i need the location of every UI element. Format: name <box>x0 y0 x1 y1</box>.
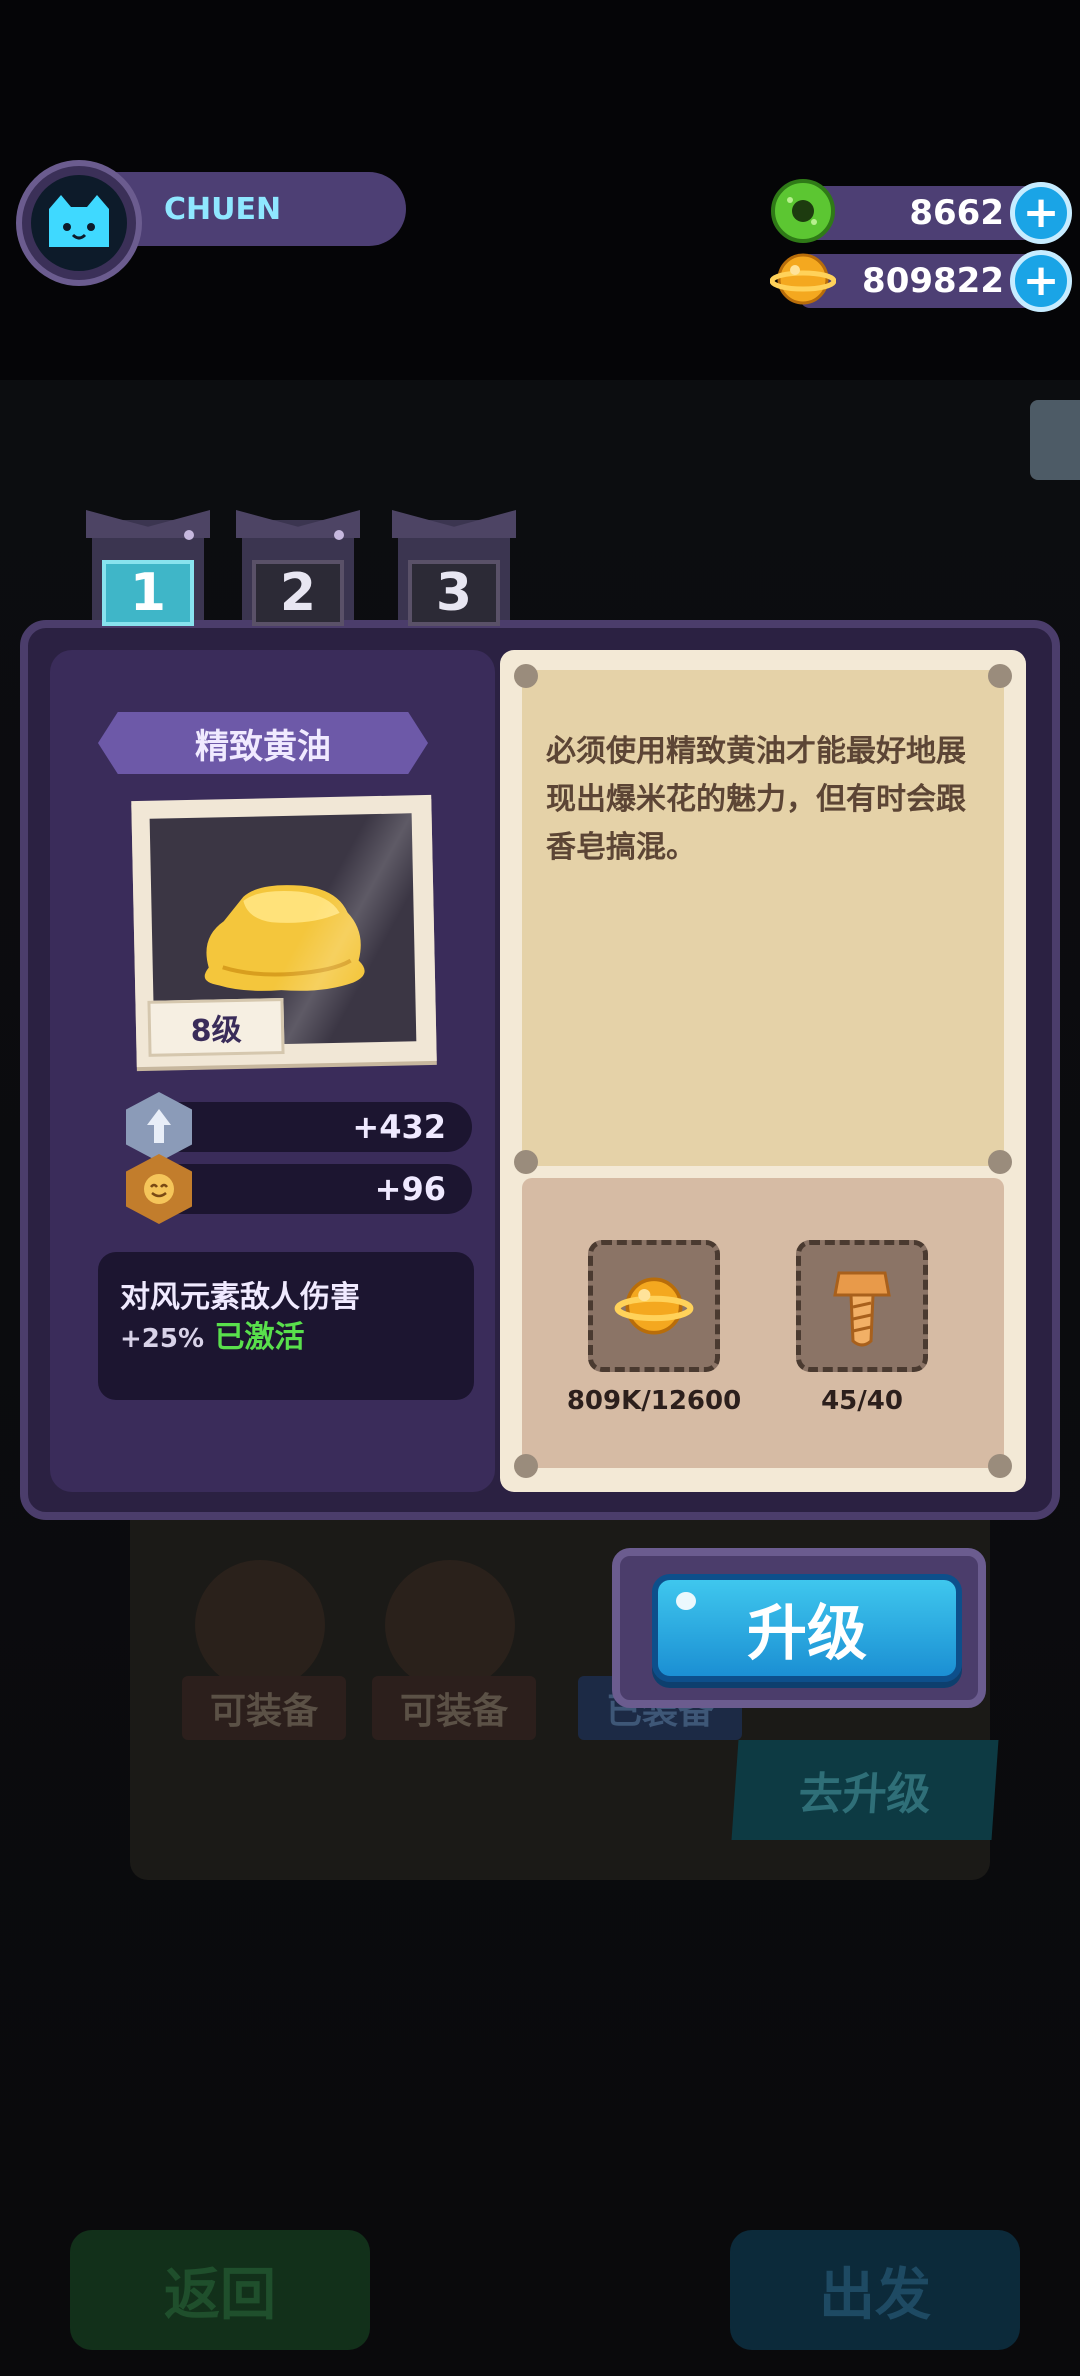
item-photo-frame: 8级 <box>131 794 437 1068</box>
item-name: 精致黄油 <box>98 712 428 774</box>
tab-indicator-dot <box>334 530 344 540</box>
cost-slot-coin <box>588 1240 720 1372</box>
stat-value: +96 <box>156 1164 472 1214</box>
cost-amount-coin: 809K/12600 <box>566 1386 742 1416</box>
tab-1[interactable]: 1 <box>92 520 204 630</box>
item-info-pane: 精致黄油 8级 +432 +96 对风元素敌人伤害 +25% 已激活 <box>50 650 495 1492</box>
background-equip-badge: 可装备 <box>372 1676 537 1740</box>
item-description-pane: 必须使用精致黄油才能最好地展现出爆米花的魅力，但有时会跟香皂搞混。 809K/1… <box>500 650 1026 1492</box>
item-effect: 对风元素敌人伤害 +25% 已激活 <box>98 1252 474 1400</box>
stat-attack: +432 <box>126 1092 472 1162</box>
upgrade-button-label: 升级 <box>747 1598 867 1669</box>
item-description: 必须使用精致黄油才能最好地展现出爆米花的魅力，但有时会跟香皂搞混。 <box>522 670 1004 1166</box>
rivet <box>988 1150 1012 1174</box>
rivet <box>514 664 538 688</box>
background-character-card <box>385 1560 515 1690</box>
green-donut-coin-icon <box>770 178 836 244</box>
stat-charm: +96 <box>126 1154 472 1224</box>
tab-label: 2 <box>252 560 344 626</box>
background-equip-badge: 可装备 <box>182 1676 347 1740</box>
cost-amount-bolt: 45/40 <box>821 1386 903 1416</box>
rivet <box>988 664 1012 688</box>
add-currency-button[interactable]: + <box>1010 182 1072 244</box>
gold-planet-coin-icon <box>614 1277 694 1335</box>
currency-value: 8662 <box>800 186 1040 240</box>
effect-bonus: +25% <box>120 1324 205 1354</box>
effect-text: 对风元素敌人伤害 <box>120 1280 360 1315</box>
effect-status: 已激活 <box>214 1320 305 1355</box>
tab-label: 3 <box>408 560 500 626</box>
side-clip-icon[interactable] <box>1030 400 1080 480</box>
rivet <box>988 1454 1012 1478</box>
upgrade-button[interactable]: 升级 <box>652 1574 962 1682</box>
upgrade-cost-area: 809K/12600 45/40 <box>522 1178 1004 1468</box>
item-detail-panel: 精致黄油 8级 +432 +96 对风元素敌人伤害 +25% 已激活 必须使用精… <box>20 620 1060 1520</box>
currency-value: 809822 <box>800 254 1040 308</box>
item-level-tag: 8级 <box>147 998 285 1057</box>
cost-slot-bolt <box>796 1240 928 1372</box>
gold-planet-coin-icon <box>769 246 837 312</box>
avatar-frame[interactable] <box>16 160 142 286</box>
background-depart-button: 出发 <box>730 2230 1020 2350</box>
upgrade-button-frame: 升级 <box>612 1548 986 1708</box>
background-go-upgrade-button: 去升级 <box>731 1740 999 1840</box>
stat-value: +432 <box>156 1102 472 1152</box>
currency-green-donut: 8662 + <box>770 179 1072 244</box>
background-back-button: 返回 <box>70 2230 370 2350</box>
bolt-screw-icon <box>833 1271 891 1347</box>
currency-gold-planet: 809822 + <box>769 250 1072 312</box>
button-shine <box>676 1592 696 1610</box>
rivet <box>514 1150 538 1174</box>
tab-3[interactable]: 3 <box>398 520 510 630</box>
background-character-card <box>195 1560 325 1690</box>
cat-avatar-icon <box>31 175 127 271</box>
tab-2[interactable]: 2 <box>242 520 354 630</box>
player-name: CHUEN <box>116 172 406 246</box>
add-currency-button[interactable]: + <box>1010 250 1072 312</box>
tab-label: 1 <box>102 560 194 626</box>
rivet <box>514 1454 538 1478</box>
tab-indicator-dot <box>184 530 194 540</box>
